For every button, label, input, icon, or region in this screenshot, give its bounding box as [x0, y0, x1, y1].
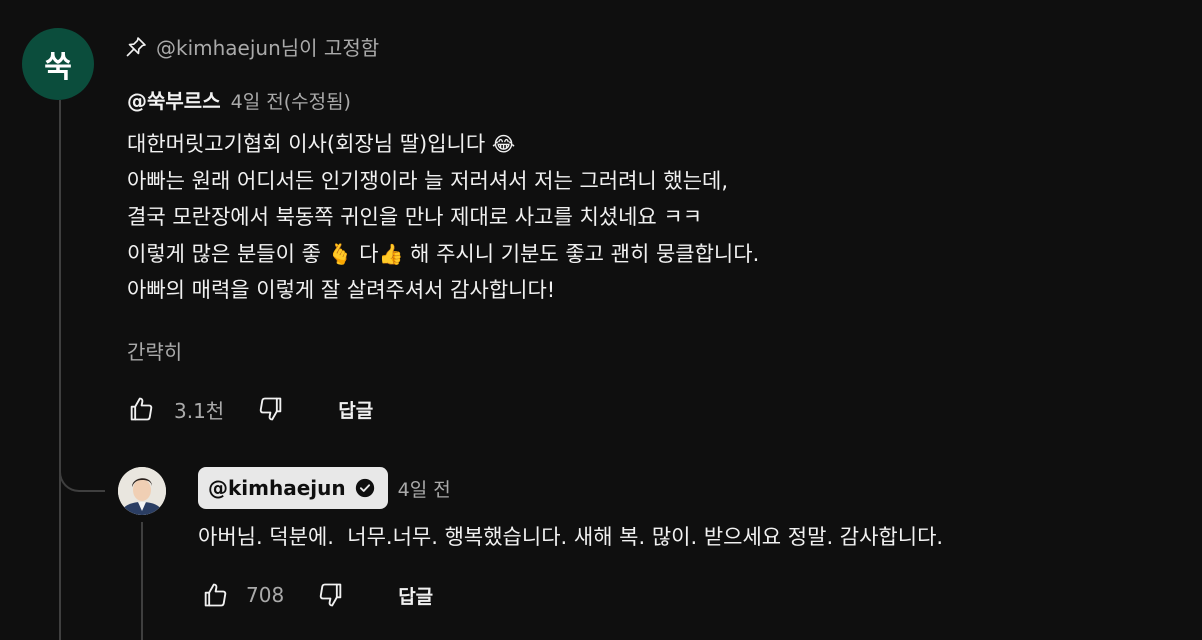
comment-time[interactable]: 4일 전(수정됨): [231, 87, 351, 114]
comment-line-1: 대한머릿고기협회 이사(회장님 딸)입니다: [127, 132, 492, 156]
like-count: 3.1천: [174, 398, 225, 423]
comment-author[interactable]: @쑥부르스: [127, 85, 221, 114]
hand-heart-emoji: 🫰: [327, 241, 353, 266]
comment-header: @쑥부르스 4일 전(수정됨): [127, 85, 351, 114]
reply-like-button[interactable]: [200, 580, 230, 610]
reply-like-count: 708: [246, 583, 285, 607]
pinned-indicator: @kimhaejun님이 고정함: [124, 32, 379, 61]
thumbs-up-emoji: 👍: [378, 241, 404, 266]
profile-photo: [118, 467, 166, 515]
thumbs-down-icon: [319, 583, 342, 607]
reply-actions: 708 답글: [200, 580, 433, 610]
like-button[interactable]: [126, 394, 156, 424]
thumbs-down-icon: [259, 397, 282, 421]
comment-line-4c: 해 주시니 기분도 좋고 괜히 뭉클합니다.: [403, 241, 760, 266]
reply-author: @kimhaejun: [208, 476, 346, 500]
reply-reply-button[interactable]: 답글: [398, 582, 433, 609]
reply-button[interactable]: 답글: [338, 396, 373, 423]
reply-author-chip[interactable]: @kimhaejun: [198, 467, 388, 509]
thread-branch: [59, 440, 105, 492]
pinned-text: @kimhaejun님이 고정함: [156, 36, 380, 60]
pin-icon: [126, 36, 146, 56]
thumbs-up-icon: [204, 583, 227, 607]
reply-dislike-button[interactable]: [316, 580, 346, 610]
comment-actions: 3.1천 답글: [126, 394, 373, 424]
thread-line: [59, 100, 61, 640]
reply-text: 아버님. 덕분에. 너무.너무. 행복했습니다. 새해 복. 많이. 받으세요 …: [198, 525, 944, 549]
verified-check-icon: [355, 478, 374, 498]
comment-line-2: 아빠는 원래 어디서든 인기쟁이라 늘 저러셔서 저는 그러려니 했는데,: [127, 168, 729, 193]
reply-time[interactable]: 4일 전: [398, 475, 451, 502]
laughing-emoji: 😂: [491, 132, 516, 156]
reply-thread-line: [141, 522, 143, 640]
comment-line-5: 아빠의 매력을 이렇게 잘 살려주셔서 감사합니다!: [127, 278, 556, 303]
dislike-button[interactable]: [256, 394, 286, 424]
comment-text: 대한머릿고기협회 이사(회장님 딸)입니다 😂 아빠는 원래 어디서든 인기쟁이…: [127, 126, 759, 309]
reply-header: @kimhaejun 4일 전: [198, 467, 451, 509]
comment-line-4b: 다: [352, 241, 379, 266]
comment-line-3: 결국 모란장에서 북동쪽 귀인을 만나 제대로 사고를 치셨네요 ㅋㅋ: [127, 205, 703, 230]
avatar-initial: 쑥: [44, 50, 72, 85]
comment-line-4a: 이렇게 많은 분들이 좋: [127, 241, 328, 266]
collapse-button[interactable]: 간략히: [127, 336, 182, 365]
avatar[interactable]: 쑥: [22, 28, 94, 100]
reply-avatar[interactable]: [118, 467, 166, 515]
thumbs-up-icon: [130, 397, 153, 421]
